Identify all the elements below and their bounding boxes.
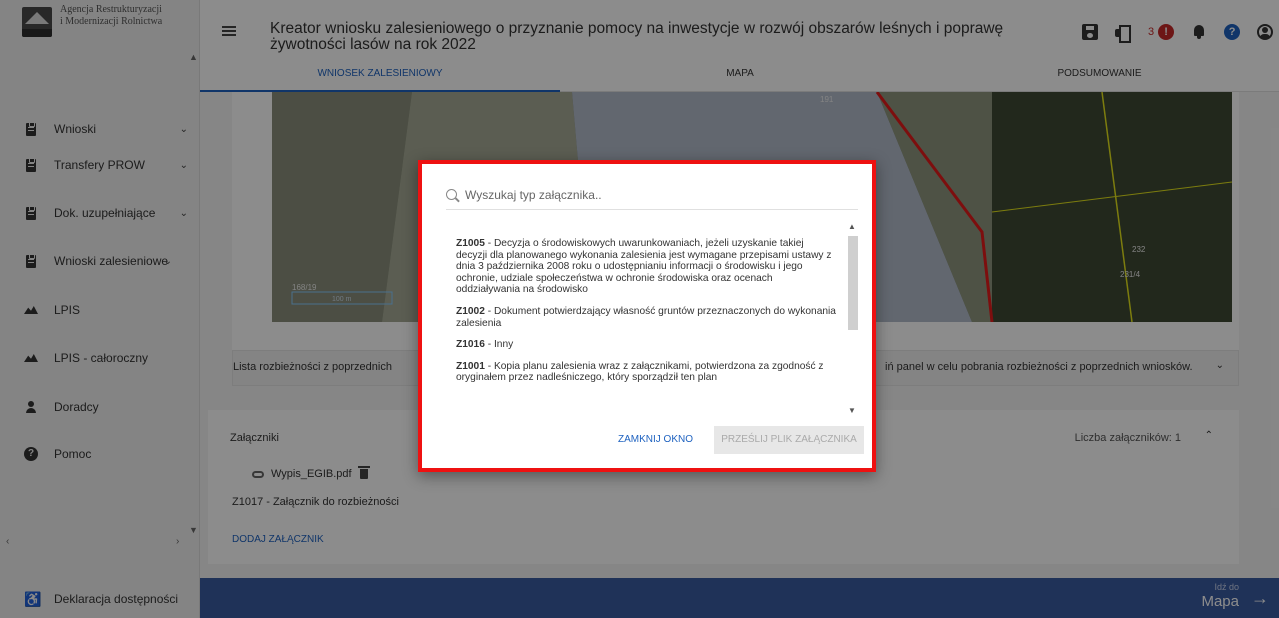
list-item-code: Z1001 [456, 360, 485, 372]
list-item-text: - Inny [484, 339, 514, 351]
list-item[interactable]: Z1002 - Dokument potwierdzający własność… [456, 306, 836, 329]
scrollbar-thumb[interactable] [848, 236, 858, 330]
list-item-code: Z1016 [456, 339, 485, 351]
list-item-text: - Dokument potwierdzający własność grunt… [456, 305, 836, 329]
search-icon [446, 189, 457, 200]
scroll-down-icon[interactable]: ▼ [848, 406, 856, 415]
close-dialog-button[interactable]: ZAMKNIJ OKNO [618, 434, 693, 445]
scroll-up-icon[interactable]: ▲ [848, 222, 856, 231]
search-row [446, 184, 858, 210]
list-item-text: - Kopia planu zalesienia wraz z załączni… [456, 360, 824, 384]
list-item[interactable]: Z1005 - Decyzja o środowiskowych uwarunk… [456, 238, 836, 296]
attachment-type-search-input[interactable] [465, 184, 845, 205]
attachment-type-dialog: Z1005 - Decyzja o środowiskowych uwarunk… [418, 160, 876, 472]
list-item[interactable]: Z1001 - Kopia planu zalesienia wraz z za… [456, 361, 836, 384]
upload-attachment-button[interactable]: PRZEŚLIJ PLIK ZAŁĄCZNIKA [714, 426, 864, 454]
list-item-code: Z1002 [456, 305, 485, 317]
attachment-type-list: Z1005 - Decyzja o środowiskowych uwarunk… [456, 238, 836, 418]
list-scrollbar[interactable]: ▲ ▼ [846, 222, 858, 418]
list-item-code: Z1005 [456, 238, 485, 249]
list-item-text: - Decyzja o środowiskowych uwarunkowania… [456, 238, 832, 296]
list-item[interactable]: Z1016 - Inny [456, 339, 836, 351]
